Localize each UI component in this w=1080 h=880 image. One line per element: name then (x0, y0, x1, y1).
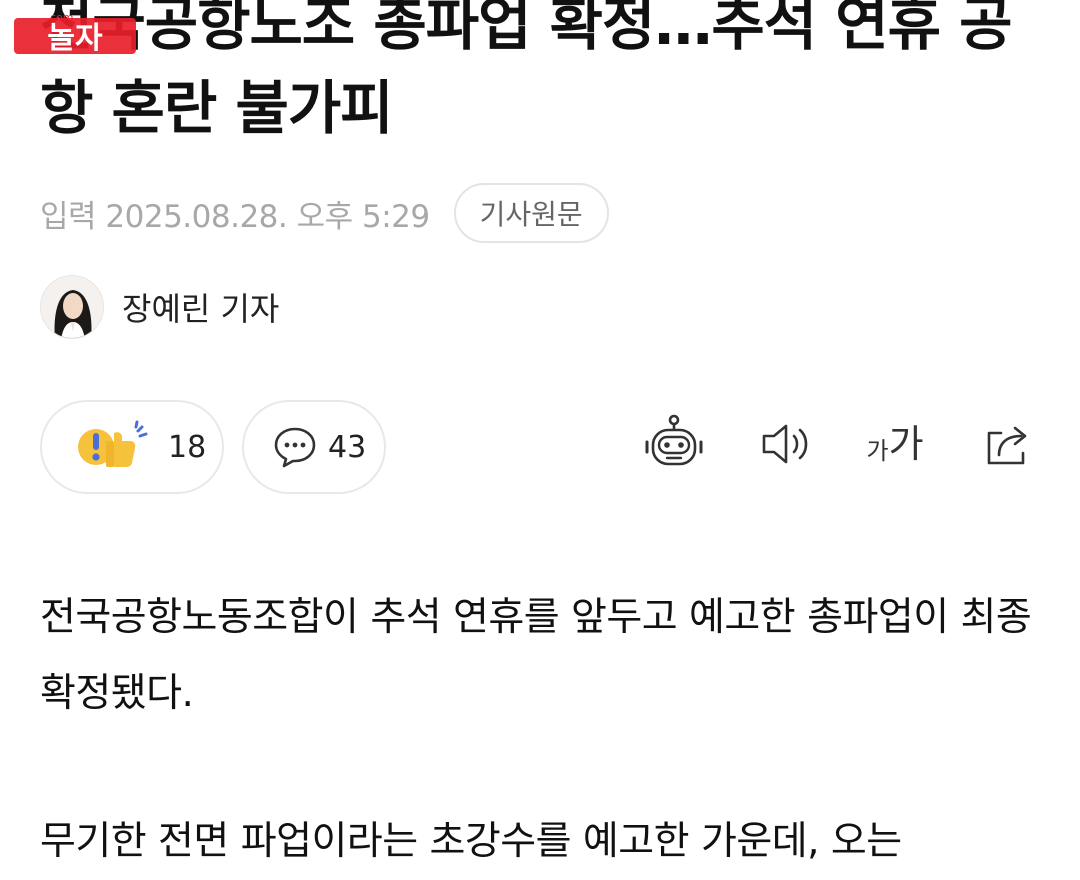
watermark-small-text: .com (47, 11, 74, 24)
article-body: 전국공항노동조합이 추석 연휴를 앞두고 예고한 총파업이 최종 확정됐다. 무… (40, 580, 1040, 880)
watermark-text: 놀자 (47, 21, 103, 56)
share-button[interactable] (978, 412, 1038, 476)
reaction-button[interactable]: 18 (40, 400, 224, 494)
article-headline: 전국공항노조 총파업 확정…추석 연휴 공항 혼란 불가피 (40, 0, 1013, 142)
speaker-icon (762, 424, 808, 464)
published-date: 입력 2025.08.28. 오후 5:29 (40, 198, 430, 235)
original-article-button[interactable]: 기사원문 (453, 183, 609, 243)
font-size-button[interactable]: 가 가 (860, 412, 930, 476)
ai-summary-button[interactable] (642, 412, 706, 476)
comment-count: 43 (328, 429, 367, 465)
article-paragraph: 전국공항노동조합이 추석 연휴를 앞두고 예고한 총파업이 최종 확정됐다. (40, 595, 1032, 716)
comment-bubble-icon (274, 427, 316, 468)
reaction-count: 18 (168, 429, 207, 465)
font-size-small-label: 가 (866, 437, 889, 465)
author-photo-icon (41, 276, 103, 338)
author-row[interactable]: 장예린 기자 (40, 274, 279, 340)
author-name[interactable]: 장예린 기자 (122, 284, 279, 330)
reaction-emoji-icon (78, 420, 148, 467)
share-icon (987, 426, 1027, 465)
text-to-speech-button[interactable] (756, 412, 816, 476)
robot-icon (645, 414, 703, 466)
article-paragraph: 무기한 전면 파업이라는 초강수를 예고한 가운데, 오는 (40, 819, 902, 864)
article-meta: 입력 2025.08.28. 오후 5:29 기사원문 (40, 182, 609, 244)
comments-button[interactable]: 43 (242, 400, 386, 494)
watermark-logo: 놀자 .com (14, 11, 136, 56)
font-size-large-label: 가 (888, 422, 924, 466)
author-avatar[interactable] (40, 275, 104, 339)
